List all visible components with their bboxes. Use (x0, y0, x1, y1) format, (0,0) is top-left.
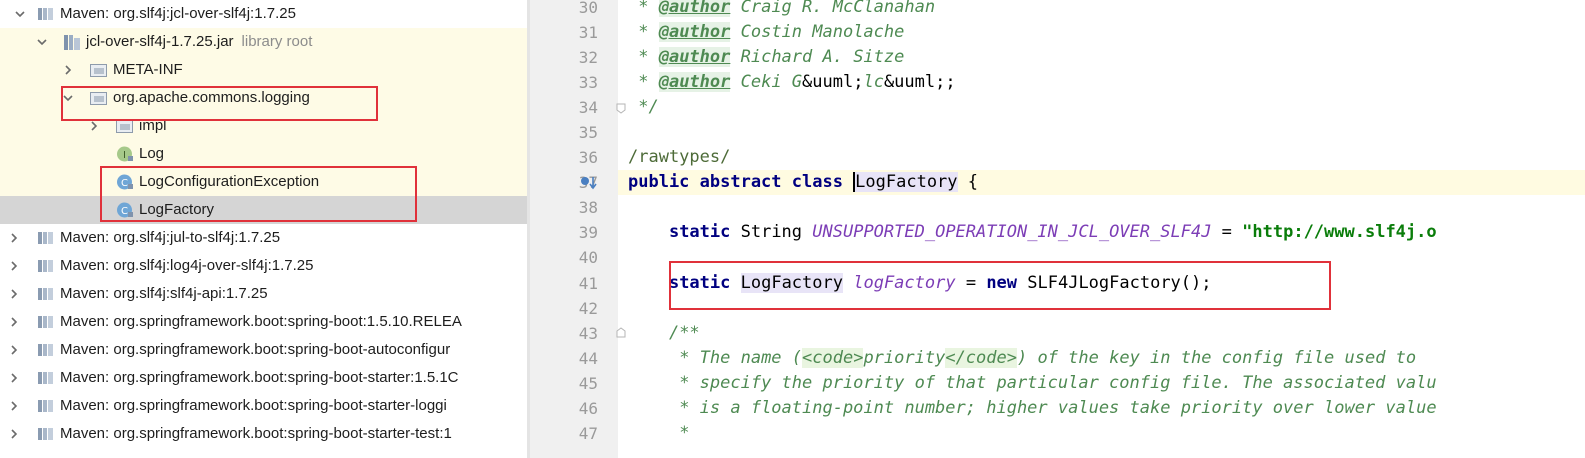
project-tree: Maven: org.slf4j:jcl-over-slf4j:1.7.25 j… (0, 0, 528, 458)
code-line: static String UNSUPPORTED_OPERATION_IN_J… (668, 222, 1437, 242)
line-number: 36 (578, 148, 598, 167)
code-line: * @author Richard A. Sitze (628, 47, 905, 67)
highlight-box (61, 86, 378, 121)
tree-item-jcl-over-slf4j[interactable]: Maven: org.slf4j:jcl-over-slf4j:1.7.25 (0, 0, 528, 28)
library-icon (37, 370, 54, 386)
tree-item-slf4j-api[interactable]: Maven: org.slf4j:slf4j-api:1.7.25 (0, 280, 528, 308)
code-line: * @author Ceki G&uuml;lc&uuml;; (628, 72, 956, 92)
code-line-current: public abstract class LogFactory { (618, 170, 1585, 195)
code-line: * specify the priority of that particula… (668, 373, 1437, 393)
tree-item-meta-inf[interactable]: META-INF (0, 56, 528, 84)
highlight-box (100, 166, 417, 222)
library-icon (37, 398, 54, 414)
line-number: 42 (578, 299, 598, 318)
line-number: 43 (578, 324, 598, 343)
line-number: 35 (578, 123, 598, 142)
package-icon (90, 63, 107, 79)
code-line: * The name (<code>priority</code>) of th… (668, 348, 1417, 368)
line-number: 39 (578, 223, 598, 242)
tree-item-label: Maven: org.springframework.boot:spring-b… (60, 369, 459, 386)
chevron-right-icon[interactable] (8, 372, 20, 384)
chevron-right-icon[interactable] (8, 428, 20, 440)
chevron-down-icon[interactable] (36, 36, 48, 48)
code-editor[interactable]: 30 31 32 33 34 35 36 37 38 39 40 41 42 4… (530, 0, 1585, 458)
code-line: * @author Costin Manolache (628, 22, 905, 42)
line-number: 40 (578, 248, 598, 267)
library-icon (37, 286, 54, 302)
library-icon (37, 314, 54, 330)
chevron-right-icon[interactable] (8, 232, 20, 244)
tree-item-label: Maven: org.springframework.boot:spring-b… (60, 425, 452, 442)
library-icon (37, 342, 54, 358)
line-gutter: 30 31 32 33 34 35 36 37 38 39 40 41 42 4… (530, 0, 618, 458)
tree-item-jar[interactable]: jcl-over-slf4j-1.7.25.jar library root (0, 28, 528, 56)
line-number: 31 (578, 23, 598, 42)
chevron-right-icon[interactable] (8, 288, 20, 300)
tree-item-spring-boot-starter-test[interactable]: Maven: org.springframework.boot:spring-b… (0, 420, 528, 448)
line-number: 44 (578, 349, 598, 368)
line-number: 38 (578, 198, 598, 217)
tree-item-log[interactable]: I Log (0, 140, 528, 168)
chevron-down-icon[interactable] (14, 8, 26, 20)
tree-item-label: Maven: org.slf4j:log4j-over-slf4j:1.7.25 (60, 257, 314, 274)
chevron-right-icon[interactable] (8, 400, 20, 412)
library-icon (37, 258, 54, 274)
svg-text:I: I (123, 150, 126, 161)
line-number: 33 (578, 73, 598, 92)
tree-item-spring-boot-starter-logging[interactable]: Maven: org.springframework.boot:spring-b… (0, 392, 528, 420)
tree-item-label: Maven: org.slf4j:jcl-over-slf4j:1.7.25 (60, 5, 296, 22)
tree-item-spring-boot[interactable]: Maven: org.springframework.boot:spring-b… (0, 308, 528, 336)
code-line: * (668, 423, 690, 443)
package-icon (116, 119, 133, 135)
tree-item-label: META-INF (113, 61, 183, 78)
tree-item-label: Maven: org.springframework.boot:spring-b… (60, 341, 451, 358)
line-number: 34 (578, 98, 598, 117)
interface-icon: I (116, 145, 133, 162)
jar-icon (63, 34, 80, 50)
tree-item-jul-to-slf4j[interactable]: Maven: org.slf4j:jul-to-slf4j:1.7.25 (0, 224, 528, 252)
line-number: 41 (578, 274, 598, 293)
chevron-right-icon[interactable] (8, 260, 20, 272)
code-line: */ (628, 97, 659, 117)
chevron-right-icon[interactable] (8, 344, 20, 356)
line-number: 32 (578, 48, 598, 67)
library-root-label: library root (241, 33, 313, 50)
override-marker-icon[interactable] (580, 175, 598, 196)
chevron-right-icon[interactable] (88, 120, 100, 132)
line-number: 30 (578, 0, 598, 17)
code-line: * @author Craig R. McClanahan (628, 0, 1585, 20)
line-number: 46 (578, 399, 598, 418)
code-line: * is a floating-point number; higher val… (668, 398, 1437, 418)
line-number: 47 (578, 424, 598, 443)
chevron-right-icon[interactable] (8, 316, 20, 328)
tree-item-label: Maven: org.springframework.boot:spring-b… (60, 397, 447, 414)
library-icon (37, 426, 54, 442)
tree-item-label: jcl-over-slf4j-1.7.25.jar (86, 33, 234, 50)
fold-start-icon[interactable] (615, 326, 627, 338)
code-line: /** (668, 323, 700, 343)
tree-item-spring-boot-starter[interactable]: Maven: org.springframework.boot:spring-b… (0, 364, 528, 392)
tree-item-label: Log (139, 145, 165, 162)
library-icon (37, 6, 54, 22)
tree-item-label: Maven: org.springframework.boot:spring-b… (60, 313, 462, 330)
library-icon (37, 230, 54, 246)
fold-end-icon[interactable] (615, 101, 627, 114)
line-number: 45 (578, 374, 598, 393)
chevron-right-icon[interactable] (62, 64, 74, 76)
tree-item-spring-boot-autoconfigure[interactable]: Maven: org.springframework.boot:spring-b… (0, 336, 528, 364)
tree-item-label: Maven: org.slf4j:jul-to-slf4j:1.7.25 (60, 229, 281, 246)
tree-item-log4j-over-slf4j[interactable]: Maven: org.slf4j:log4j-over-slf4j:1.7.25 (0, 252, 528, 280)
code-line: /rawtypes/ (628, 147, 731, 167)
tree-item-label: Maven: org.slf4j:slf4j-api:1.7.25 (60, 285, 268, 302)
highlight-box (669, 261, 1331, 310)
